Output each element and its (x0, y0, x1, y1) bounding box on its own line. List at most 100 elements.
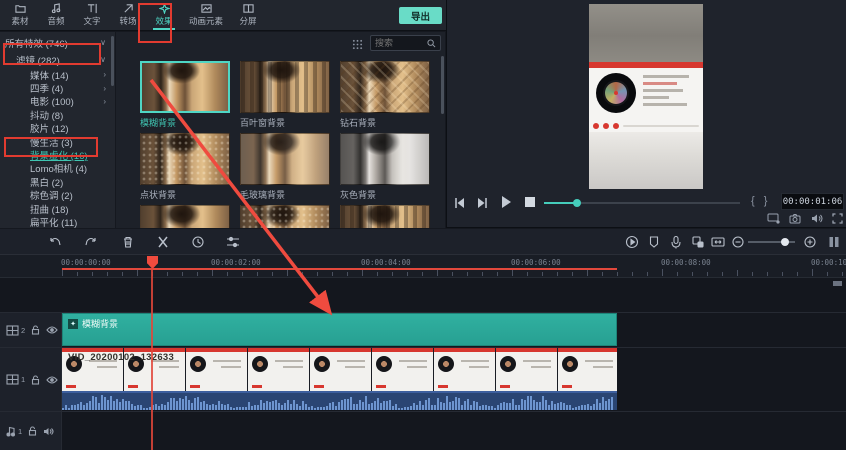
delete-button[interactable] (121, 235, 135, 249)
ruler-label: 00:00:00:00 (61, 258, 111, 267)
waveform-bar (335, 406, 337, 410)
effect-card-frosted-bg[interactable]: 毛玻璃背景 (240, 133, 330, 201)
preview-video[interactable] (589, 4, 703, 189)
effect-card-partial[interactable] (340, 205, 430, 228)
waveform-bar (170, 398, 172, 410)
sidebar-item-media[interactable]: 媒体 (14)› (0, 68, 115, 81)
effect-card-blur-bg[interactable]: 模糊背景 (140, 61, 230, 129)
waveform-bar (389, 400, 391, 410)
display-device-icon[interactable] (767, 213, 780, 224)
zoom-in-button[interactable] (803, 235, 817, 249)
waveform-bar (374, 401, 376, 410)
eye-icon[interactable] (46, 326, 58, 334)
timeline-ruler[interactable]: 00:00:00:00 00:00:02:00 00:00:04:00 00:0… (0, 255, 846, 278)
effect-card-partial[interactable] (140, 205, 230, 228)
mark-in-out-icon[interactable]: { } (751, 195, 770, 207)
voiceover-mic-button[interactable] (669, 235, 683, 249)
tab-media[interactable]: 素材 (2, 0, 38, 30)
waveform-bar (440, 402, 442, 410)
tab-effects[interactable]: 效果 (146, 0, 182, 30)
effect-clip-blur-bg[interactable]: ✦ 模糊背景 (62, 313, 617, 346)
sidebar-item-seasons[interactable]: 四季 (4)› (0, 81, 115, 94)
search-icon[interactable] (427, 39, 436, 48)
effect-card-dots-bg[interactable]: 点状背景 (140, 133, 230, 201)
audio-mixer-button[interactable] (691, 235, 705, 249)
lock-icon[interactable] (28, 426, 37, 436)
tab-text[interactable]: 文字 (74, 0, 110, 30)
sidebar-scrollbar[interactable] (111, 36, 114, 86)
sidebar-item-black-white[interactable]: 黑白 (2) (0, 175, 115, 188)
waveform-bar (434, 405, 436, 410)
volume-icon[interactable] (811, 213, 823, 224)
waveform-bar (539, 402, 541, 410)
waveform-bar (104, 397, 106, 410)
sidebar-item-sepia[interactable]: 棕色调 (2) (0, 189, 115, 202)
redo-button[interactable] (84, 235, 98, 249)
duration-clock-button[interactable] (191, 235, 205, 249)
ruler-tick (377, 272, 378, 276)
zoom-out-button[interactable] (731, 235, 745, 249)
split-scissors-button[interactable] (156, 235, 170, 249)
snapshot-camera-icon[interactable] (789, 213, 801, 224)
effect-card-gray-bg[interactable]: 灰色背景 (340, 133, 430, 201)
previous-frame-button[interactable] (453, 196, 466, 214)
fullscreen-icon[interactable] (832, 213, 843, 224)
marker-button[interactable] (647, 235, 661, 249)
effect-card-blinds-bg[interactable]: 百叶窗背景 (240, 61, 330, 129)
lock-icon[interactable] (31, 325, 40, 335)
waveform-bar (578, 406, 580, 410)
tab-elements[interactable]: 动画元素 (182, 0, 230, 30)
sidebar-item-film[interactable]: 胶片 (12) (0, 122, 115, 135)
waveform-bar (269, 402, 271, 410)
effect-card-diamond-bg[interactable]: 钻石背景 (340, 61, 430, 129)
playback-slider[interactable] (544, 202, 740, 204)
sidebar-item-background-blur[interactable]: 背景虚化 (16) (0, 148, 115, 161)
effect-card-partial[interactable] (240, 205, 330, 228)
effect-label: 模糊背景 (140, 113, 230, 129)
slider-knob[interactable] (573, 199, 581, 207)
sidebar-item-distort[interactable]: 扭曲 (18) (0, 202, 115, 215)
undo-button[interactable] (48, 235, 62, 249)
sidebar-item-movies[interactable]: 电影 (100)› (0, 95, 115, 108)
export-button[interactable]: 导出 (399, 7, 442, 24)
adjust-settings-button[interactable] (226, 235, 240, 249)
render-preview-button[interactable] (625, 235, 639, 249)
waveform-bar (266, 401, 268, 410)
waveform-bar (122, 399, 124, 410)
waveform-bar (95, 397, 97, 410)
ruler-tick (317, 272, 318, 276)
ruler-tick (707, 272, 708, 276)
track-1-header: 1 (0, 348, 62, 411)
track-height-button[interactable] (827, 235, 841, 249)
tab-label: 素材 (11, 15, 28, 27)
eye-icon[interactable] (46, 376, 58, 384)
sidebar-item-slow-life[interactable]: 慢生活 (3) (0, 135, 115, 148)
sidebar-item-all-effects[interactable]: 所有特效 (746)∨ (0, 34, 115, 51)
waveform-bar (527, 396, 529, 410)
sidebar-item-flat[interactable]: 扁平化 (11) (0, 215, 115, 228)
effects-scrollbar[interactable] (441, 56, 444, 114)
timeline-scroll-nub[interactable] (833, 281, 842, 286)
sidebar-item-shake[interactable]: 抖动 (8) (0, 108, 115, 121)
lock-icon[interactable] (31, 375, 40, 385)
tab-audio[interactable]: 音频 (38, 0, 74, 30)
grid-view-icon[interactable] (352, 39, 363, 50)
stop-button[interactable] (525, 197, 535, 207)
speaker-icon[interactable] (43, 427, 54, 436)
playhead-line[interactable] (151, 268, 153, 450)
timeline-zoom-slider[interactable] (748, 241, 795, 243)
ruler-tick (752, 272, 753, 276)
waveform-bar (602, 397, 604, 410)
tab-split-screen[interactable]: 分屏 (230, 0, 266, 30)
play-button[interactable] (502, 196, 511, 208)
zoom-to-fit-button[interactable] (711, 235, 725, 249)
sidebar-item-lomo[interactable]: Lomo相机 (4) (0, 162, 115, 175)
next-frame-button[interactable] (476, 196, 489, 214)
search-input[interactable] (375, 38, 427, 48)
video-clip[interactable]: VID_20200102_132633 (62, 348, 617, 410)
zoom-slider-knob[interactable] (781, 238, 789, 246)
tab-transition[interactable]: 转场 (110, 0, 146, 30)
tab-label: 转场 (119, 15, 136, 27)
waveform-bar (98, 403, 100, 410)
sidebar-item-filters[interactable]: 滤镜 (282)∨ (0, 51, 115, 68)
